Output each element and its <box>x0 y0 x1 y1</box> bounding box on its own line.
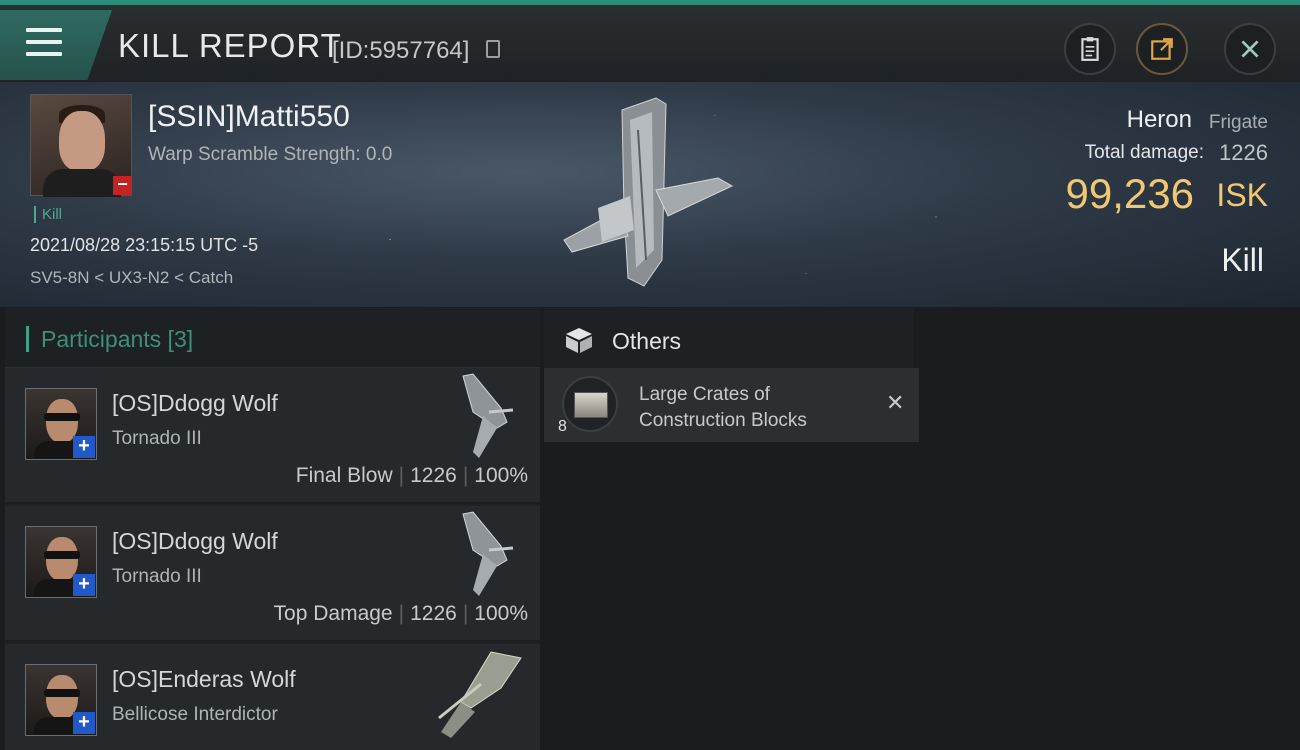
participant-percent: 100% <box>474 464 528 487</box>
clipboard-icon <box>1081 37 1099 61</box>
participant-ship-icon <box>462 373 514 458</box>
dropped-item[interactable]: 8 Large Crates of Construction Blocks ✕ <box>544 368 919 442</box>
friendly-standing-icon: + <box>73 712 95 734</box>
participant-stats: Final Blow | 1226 | 100% <box>295 464 528 487</box>
participant-stats: Top Damage | 1226 | 100% <box>273 602 528 625</box>
others-header: Others <box>544 308 914 368</box>
item-name: Large Crates of Construction Blocks <box>639 384 807 431</box>
hostile-standing-icon: − <box>113 175 132 195</box>
close-button[interactable] <box>1224 23 1276 75</box>
total-damage-value: 1226 <box>1219 140 1268 165</box>
victim-ship-image[interactable] <box>558 90 738 300</box>
menu-button[interactable] <box>0 10 112 80</box>
participant-row[interactable]: + [OS]Enderas Wolf Bellicose Interdictor <box>5 644 540 750</box>
participants-panel: Participants [3] + [OS]Ddogg Wolf Tornad… <box>5 308 540 750</box>
crate-icon <box>562 376 618 432</box>
isk-unit: ISK <box>1216 177 1268 213</box>
victim-panel: − [SSIN]Matti550 Warp Scramble Strength:… <box>0 82 1300 307</box>
participant-name[interactable]: [OS]Enderas Wolf <box>112 666 296 693</box>
total-damage-label: Total damage: <box>1084 142 1204 163</box>
participant-row[interactable]: + [OS]Ddogg Wolf Tornado III Final Blow |… <box>5 368 540 504</box>
participants-title: Participants [3] <box>41 326 194 352</box>
participant-percent: 100% <box>474 602 528 625</box>
item-quantity: 8 <box>558 418 567 435</box>
share-button[interactable] <box>1136 23 1188 75</box>
isk-value: 99,236 <box>1065 170 1194 217</box>
close-icon <box>1241 40 1259 58</box>
victim-ship-class: Frigate <box>1208 112 1268 133</box>
kill-location[interactable]: SV5-8N < UX3-N2 < Catch <box>30 268 233 288</box>
kill-tag: Kill <box>34 206 62 223</box>
participant-name[interactable]: [OS]Ddogg Wolf <box>112 390 278 417</box>
participant-ship: Tornado III <box>112 566 202 587</box>
cube-icon <box>566 328 592 353</box>
destroyed-icon: ✕ <box>886 390 905 415</box>
victim-name[interactable]: [SSIN]Matti550 <box>148 100 350 134</box>
menu-icon <box>26 28 62 64</box>
participant-ship-icon <box>462 511 514 596</box>
victim-ship-name[interactable]: Heron <box>1127 106 1192 134</box>
participant-ship: Tornado III <box>112 428 202 449</box>
participant-role: Final Blow <box>295 464 393 487</box>
participant-row[interactable]: + [OS]Ddogg Wolf Tornado III Top Damage |… <box>5 506 540 642</box>
friendly-standing-icon: + <box>73 574 95 596</box>
result-label: Kill <box>1221 242 1264 278</box>
participant-damage: 1226 <box>410 464 457 487</box>
participant-damage: 1226 <box>410 602 457 625</box>
top-bar: KILL REPORT [ID:5957764] <box>0 0 1300 82</box>
clipboard-button[interactable] <box>1064 23 1116 75</box>
participant-ship: Bellicose Interdictor <box>112 704 278 725</box>
participant-ship-icon <box>438 651 522 738</box>
share-icon <box>1151 38 1173 60</box>
friendly-standing-icon: + <box>73 436 95 458</box>
kill-datetime: 2021/08/28 23:15:15 UTC -5 <box>30 235 259 255</box>
others-title: Others <box>612 328 682 354</box>
participant-role: Top Damage <box>273 602 393 625</box>
participants-header: Participants [3] <box>5 308 540 368</box>
page-title: KILL REPORT <box>118 27 342 64</box>
copy-icon[interactable] <box>486 40 500 58</box>
participant-name[interactable]: [OS]Ddogg Wolf <box>112 528 278 555</box>
warp-scramble-strength: Warp Scramble Strength: 0.0 <box>148 144 393 165</box>
report-id: [ID:5957764] <box>332 37 470 64</box>
